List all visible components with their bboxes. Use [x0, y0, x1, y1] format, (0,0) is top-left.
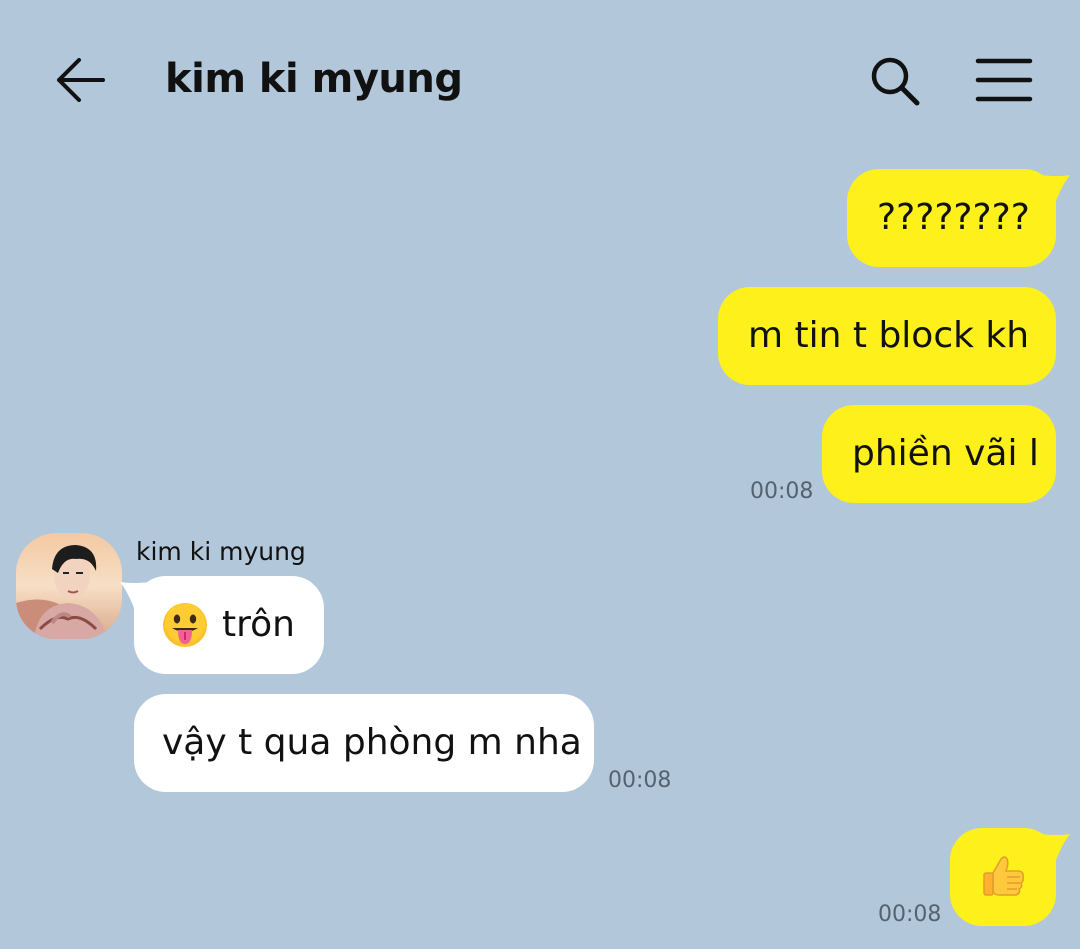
thumbs-up-emoji [983, 856, 1024, 896]
menu-button[interactable] [972, 55, 1036, 105]
bubble-tail [1040, 834, 1070, 860]
search-icon [871, 57, 920, 106]
my-message-bubble[interactable]: phiền vãi l [822, 405, 1056, 503]
message-text: phiền vãi l [852, 433, 1039, 474]
back-button[interactable] [50, 52, 110, 108]
bubble-tail [1040, 175, 1070, 201]
their-message-bubble[interactable]: trôn [120, 576, 324, 674]
message-timestamp: 00:08 [878, 902, 942, 927]
bubble-tail [120, 582, 150, 608]
message-timestamp: 00:08 [608, 768, 672, 793]
search-button[interactable] [866, 52, 924, 110]
my-message-bubble[interactable] [950, 828, 1070, 926]
contact-avatar[interactable] [16, 533, 122, 639]
arrow-left-icon [57, 58, 105, 102]
message-text: vậy t qua phòng m nha [162, 722, 582, 763]
face-with-tongue-emoji [163, 603, 207, 647]
chat-title: kim ki myung [165, 56, 463, 102]
hamburger-menu-icon [975, 58, 1033, 102]
my-message-bubble[interactable]: m tin t block kh [718, 287, 1056, 385]
sender-name: kim ki myung [136, 537, 306, 566]
chat-header: kim ki myung [0, 0, 1080, 160]
my-message-bubble[interactable]: ???????? [847, 169, 1070, 267]
message-timestamp: 00:08 [750, 479, 814, 504]
their-message-bubble[interactable]: vậy t qua phòng m nha [134, 694, 594, 792]
message-text: trôn [222, 604, 295, 645]
message-text: ???????? [877, 197, 1030, 238]
message-text: m tin t block kh [748, 315, 1030, 356]
